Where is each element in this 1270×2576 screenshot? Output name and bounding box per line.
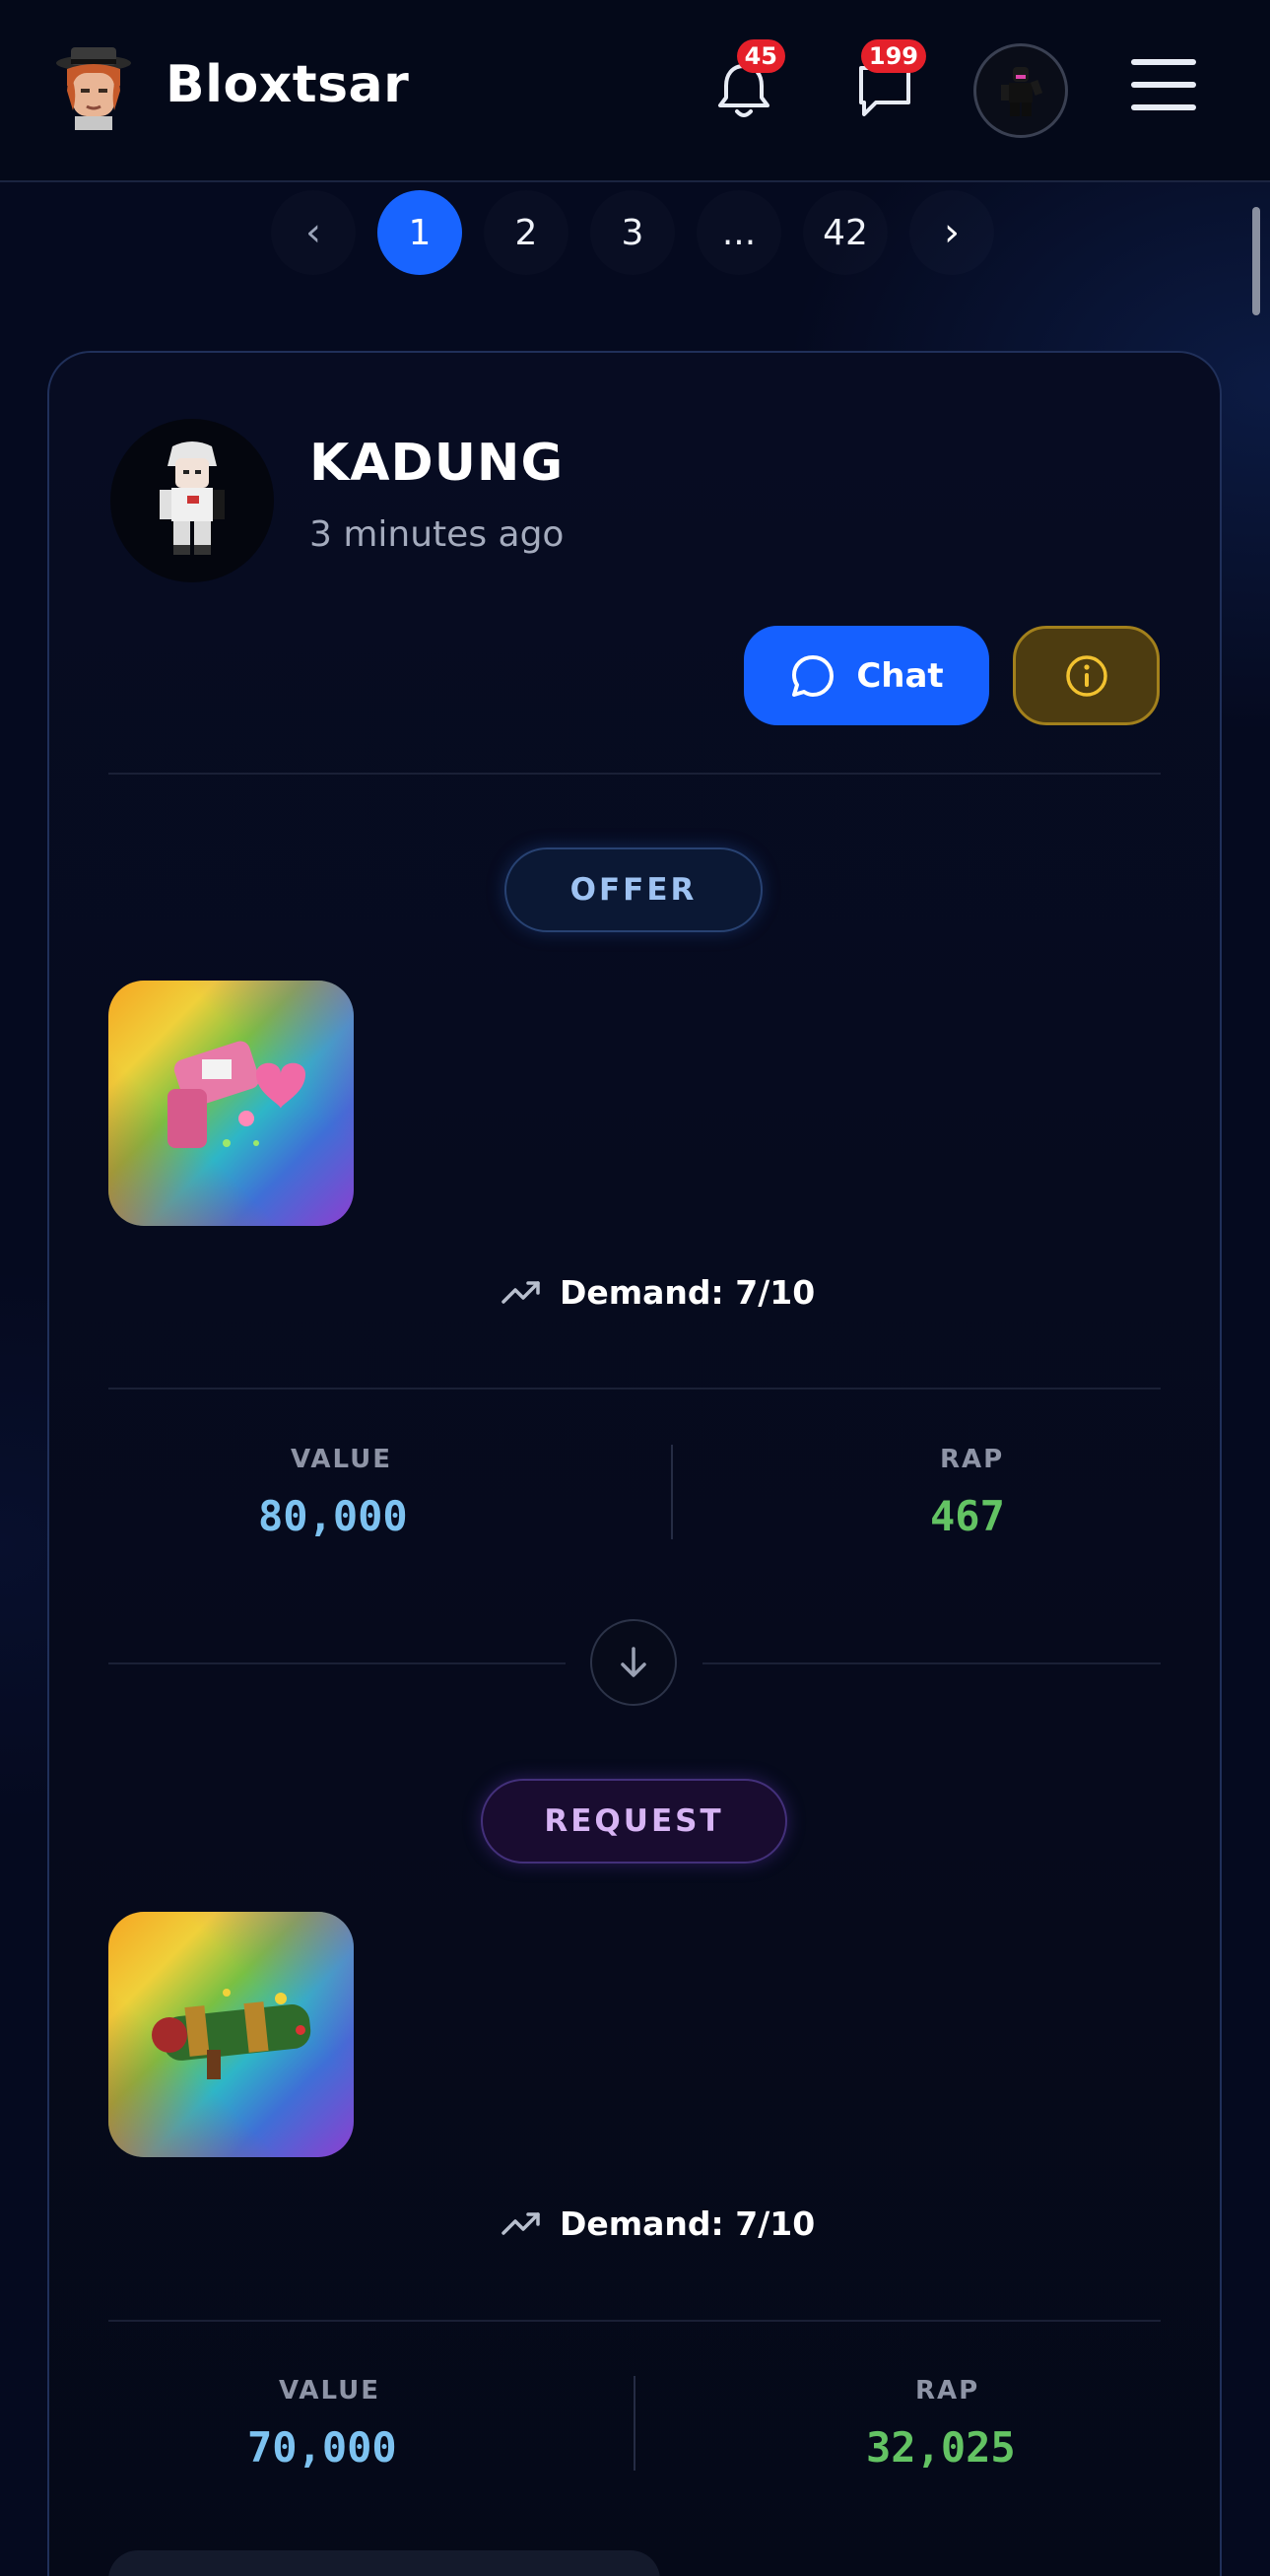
- pagination: ‹ 1 2 3 ... 42 ›: [271, 185, 994, 280]
- brand-name[interactable]: Bloxtsar: [166, 55, 409, 114]
- arrow-down-icon: [621, 1647, 646, 1677]
- top-header: Bloxtsar 45 199: [0, 0, 1270, 182]
- notifications-badge: 45: [736, 39, 785, 73]
- offer-demand-text: Demand: 7/10: [560, 1272, 816, 1312]
- trending-up-icon: [501, 1281, 540, 1304]
- section-divider: [108, 2320, 1161, 2322]
- page-1-button[interactable]: 1: [377, 190, 462, 275]
- request-demand-text: Demand: 7/10: [560, 2203, 816, 2243]
- request-demand: Demand: 7/10: [501, 2202, 815, 2245]
- swap-divider-right: [702, 1662, 1161, 1664]
- request-label: REQUEST: [481, 1779, 787, 1864]
- next-page-button[interactable]: ›: [909, 190, 994, 275]
- offer-value: 80,000: [258, 1492, 408, 1540]
- chat-button-label: Chat: [856, 655, 944, 696]
- hamburger-menu-icon: [1131, 59, 1196, 65]
- page-scrollbar[interactable]: [1252, 207, 1260, 315]
- brand-logo[interactable]: [49, 41, 138, 130]
- page-3-button[interactable]: 3: [590, 190, 675, 275]
- page-42-button[interactable]: 42: [803, 190, 888, 275]
- info-icon: [1065, 654, 1107, 697]
- stat-separator: [634, 2376, 635, 2471]
- trending-up-icon: [501, 2212, 540, 2235]
- trader-avatar[interactable]: [110, 419, 274, 582]
- swap-divider-left: [108, 1662, 566, 1664]
- hamburger-menu-button[interactable]: [1131, 59, 1196, 118]
- swap-arrow: [590, 1619, 677, 1706]
- stat-separator: [671, 1445, 673, 1539]
- chat-bubble-icon: [792, 654, 835, 697]
- prev-page-button[interactable]: ‹: [271, 190, 356, 275]
- request-value: 70,000: [247, 2423, 397, 2472]
- messages-button[interactable]: 199: [845, 39, 926, 130]
- request-rap-label: RAP: [915, 2376, 980, 2406]
- messages-badge: 199: [860, 39, 926, 73]
- chat-button[interactable]: Chat: [744, 626, 989, 725]
- request-value-label: VALUE: [279, 2376, 380, 2406]
- offer-rap-label: RAP: [940, 1445, 1005, 1474]
- page-ellipsis: ...: [721, 212, 757, 253]
- page-2-button[interactable]: 2: [484, 190, 568, 275]
- request-item-thumbnail[interactable]: [108, 1912, 354, 2157]
- offer-demand: Demand: 7/10: [501, 1270, 815, 1314]
- request-rap: 32,025: [866, 2423, 1016, 2472]
- offer-label: OFFER: [504, 847, 763, 932]
- trader-username[interactable]: KADUNG: [309, 434, 564, 493]
- section-divider: [108, 773, 1161, 775]
- partial-button[interactable]: [108, 2550, 660, 2576]
- offer-value-label: VALUE: [291, 1445, 392, 1474]
- notifications-button[interactable]: 45: [704, 39, 785, 130]
- offer-item-thumbnail[interactable]: [108, 981, 354, 1226]
- info-button[interactable]: [1013, 626, 1160, 725]
- trade-timestamp: 3 minutes ago: [309, 514, 565, 555]
- user-avatar-button[interactable]: [973, 43, 1068, 138]
- section-divider: [108, 1388, 1161, 1390]
- offer-rap: 467: [930, 1492, 1005, 1540]
